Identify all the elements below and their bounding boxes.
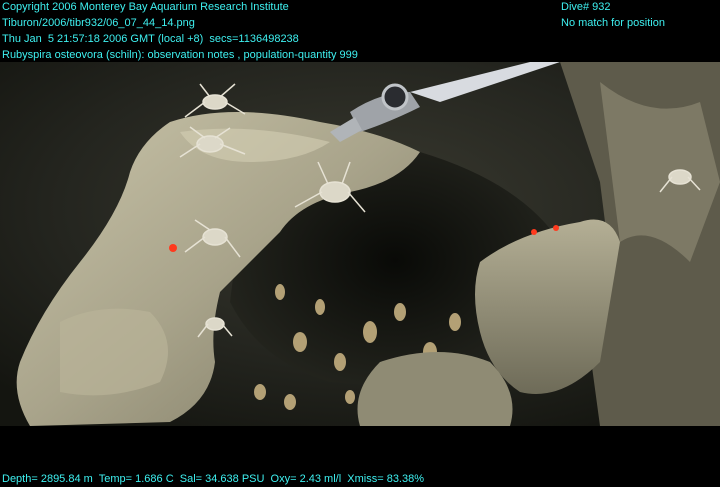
metadata-overlay-top-right: Dive# 932 No match for position bbox=[561, 0, 665, 31]
position-status: No match for position bbox=[561, 17, 665, 29]
video-frame: Copyright 2006 Monterey Bay Aquarium Res… bbox=[0, 0, 720, 486]
file-path-line: Tiburon/2006/tibr932/06_07_44_14.png bbox=[2, 17, 195, 29]
seafloor-scene bbox=[0, 62, 720, 426]
dive-number: Dive# 932 bbox=[561, 1, 611, 13]
observation-line: Rubyspira osteovora (schiln): observatio… bbox=[2, 49, 358, 61]
metadata-overlay-top-left: Copyright 2006 Monterey Bay Aquarium Res… bbox=[2, 0, 358, 63]
lower-rock-block bbox=[357, 352, 513, 426]
timestamp-line: Thu Jan 5 21:57:18 2006 GMT (local +8) s… bbox=[2, 33, 299, 45]
sensor-readout: Depth= 2895.84 m Temp= 1.686 C Sal= 34.6… bbox=[2, 473, 425, 485]
copyright-line: Copyright 2006 Monterey Bay Aquarium Res… bbox=[2, 1, 289, 13]
